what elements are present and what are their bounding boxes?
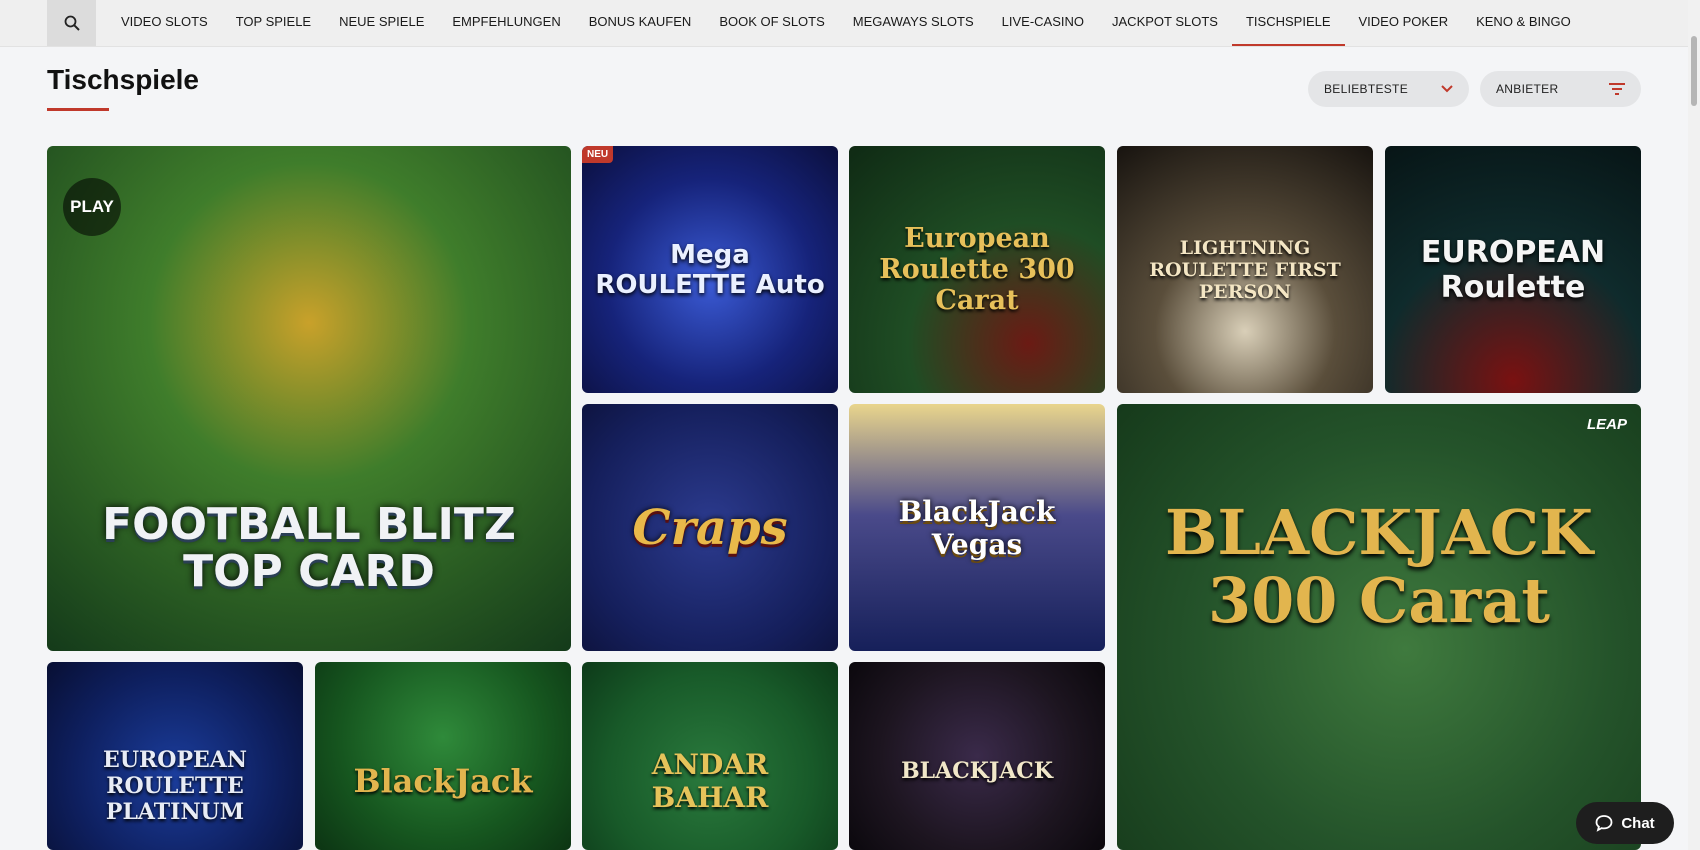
- chat-bubble-icon: [1595, 815, 1613, 832]
- search-icon: [64, 15, 80, 31]
- game-title: FOOTBALL BLITZ TOP CARD: [102, 499, 516, 597]
- game-tile-andar-bahar[interactable]: ANDAR BAHAR: [582, 662, 838, 850]
- provider-filter-label: ANBIETER: [1496, 82, 1559, 96]
- game-tile-football-blitz-top-card[interactable]: PLAY FOOTBALL BLITZ TOP CARD: [47, 146, 571, 651]
- chat-label: Chat: [1621, 814, 1655, 832]
- game-tile-european-roulette-300-carat[interactable]: European Roulette 300 Carat: [849, 146, 1105, 393]
- nav-item-bonus-kaufen[interactable]: BONUS KAUFEN: [575, 0, 706, 46]
- chat-button[interactable]: Chat: [1576, 802, 1674, 844]
- leap-logo: LEAP: [1586, 416, 1627, 433]
- game-tile-blackjack-vegas[interactable]: BlackJack Vegas: [849, 404, 1105, 651]
- title-underline: [47, 108, 109, 111]
- new-badge: NEU: [582, 146, 614, 163]
- game-title: Craps: [632, 499, 788, 556]
- game-title: ANDAR BAHAR: [651, 748, 769, 814]
- game-title: BLACKJACK: [901, 758, 1053, 784]
- nav-item-empfehlungen[interactable]: EMPFEHLUNGEN: [438, 0, 574, 46]
- nav-item-live-casino[interactable]: LIVE-CASINO: [988, 0, 1098, 46]
- game-tile-european-roulette[interactable]: EUROPEAN Roulette: [1385, 146, 1641, 393]
- nav-item-tischspiele[interactable]: TISCHSPIELE: [1231, 0, 1345, 46]
- nav-item-neue-spiele[interactable]: NEUE SPIELE: [325, 0, 438, 46]
- game-tile-lightning-roulette-first-person[interactable]: LIGHTNING ROULETTE FIRST PERSON: [1117, 146, 1373, 393]
- scrollbar-thumb[interactable]: [1691, 36, 1697, 106]
- game-tile-craps[interactable]: Craps: [582, 404, 838, 651]
- provider-filter[interactable]: ANBIETER: [1480, 71, 1641, 107]
- nav-item-jackpot-slots[interactable]: JACKPOT SLOTS: [1098, 0, 1232, 46]
- nav-item-video-slots[interactable]: VIDEO SLOTS: [107, 0, 222, 46]
- nav-item-top-spiele[interactable]: TOP SPIELE: [222, 0, 325, 46]
- game-title: European Roulette 300 Carat: [879, 223, 1075, 316]
- top-nav: VIDEO SLOTS TOP SPIELE NEUE SPIELE EMPFE…: [0, 0, 1700, 47]
- game-title: BlackJack: [353, 762, 533, 800]
- game-tile-mega-roulette-auto[interactable]: NEU Mega ROULETTE Auto: [582, 146, 838, 393]
- page-title: Tischspiele: [47, 64, 200, 95]
- game-tile-european-roulette-platinum[interactable]: EUROPEAN ROULETTE PLATINUM: [47, 662, 303, 850]
- nav-item-book-of-slots[interactable]: BOOK OF SLOTS: [705, 0, 838, 46]
- game-title: BLACKJACK 300 Carat: [1164, 495, 1593, 637]
- nav-item-keno-bingo[interactable]: KENO & BINGO: [1462, 0, 1585, 46]
- nav-item-megaways-slots[interactable]: MEGAWAYS SLOTS: [839, 0, 988, 46]
- game-title: EUROPEAN ROULETTE PLATINUM: [103, 747, 247, 825]
- play-logo: PLAY: [63, 178, 121, 236]
- game-title: BlackJack Vegas: [898, 494, 1056, 561]
- nav-items: VIDEO SLOTS TOP SPIELE NEUE SPIELE EMPFE…: [107, 0, 1585, 46]
- game-title: LIGHTNING ROULETTE FIRST PERSON: [1149, 236, 1341, 303]
- page-scrollbar[interactable]: [1688, 0, 1700, 850]
- filter-icon: [1609, 83, 1625, 95]
- nav-item-video-poker[interactable]: VIDEO POKER: [1345, 0, 1463, 46]
- sort-dropdown-label: BELIEBTESTE: [1324, 82, 1408, 96]
- game-tile-blackjack-pattern[interactable]: BLACKJACK: [849, 662, 1105, 850]
- game-title: EUROPEAN Roulette: [1420, 234, 1606, 305]
- search-button[interactable]: [47, 0, 96, 46]
- game-tile-blackjack-300-carat[interactable]: LEAP BLACKJACK 300 Carat: [1117, 404, 1641, 850]
- game-title: Mega ROULETTE Auto: [595, 239, 825, 300]
- game-tile-blackjack[interactable]: BlackJack: [315, 662, 571, 850]
- sort-dropdown[interactable]: BELIEBTESTE: [1308, 71, 1469, 107]
- chevron-down-icon: [1441, 85, 1453, 93]
